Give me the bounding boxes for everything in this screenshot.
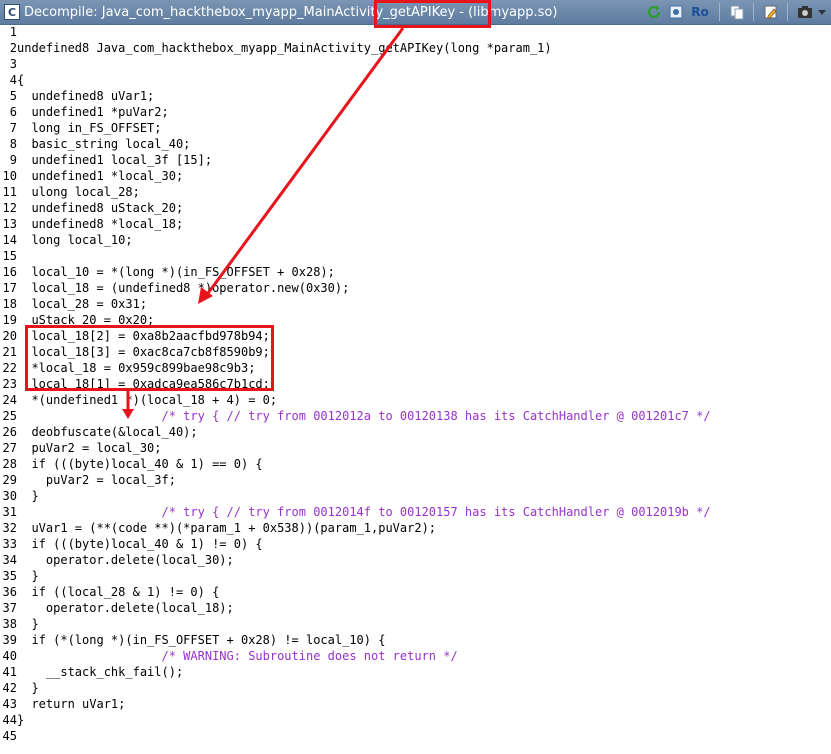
dropdown-icon[interactable] xyxy=(817,2,827,21)
code-line: 25 /* try { // try from 0012012a to 0012… xyxy=(2,409,711,423)
code-line: 14 long local_10; xyxy=(2,233,133,247)
function-signature[interactable]: undefined8 Java_com_hackthebox_myapp_Mai… xyxy=(17,41,552,55)
code-line: 9 undefined1 local_3f [15]; xyxy=(9,153,213,167)
code-line: 29 puVar2 = local_3f; xyxy=(2,473,176,487)
code-line: 32 uVar1 = (**(code **)(*param_1 + 0x538… xyxy=(2,521,437,535)
camera-icon[interactable] xyxy=(795,2,814,21)
code-line: 34 operator.delete(local_30); xyxy=(2,553,234,567)
code-line: 1 xyxy=(9,25,17,39)
toolbar-separator xyxy=(753,2,754,21)
refresh-icon[interactable] xyxy=(644,2,663,21)
code-line: 8 basic_string local_40; xyxy=(9,137,191,151)
code-line: 44} xyxy=(2,713,25,727)
read-only-icon[interactable]: Ro xyxy=(688,2,712,21)
code-line: 7 long in_FS_OFFSET; xyxy=(9,121,162,135)
code-line: 2undefined8 Java_com_hackthebox_myapp_Ma… xyxy=(9,41,552,55)
code-line: 36 if ((local_28 & 1) != 0) { xyxy=(2,585,220,599)
code-line: 37 operator.delete(local_18); xyxy=(2,601,234,615)
code-line: 30 } xyxy=(2,489,39,503)
code-line: 12 undefined8 uStack_20; xyxy=(2,201,184,215)
code-line: 42 } xyxy=(2,681,39,695)
code-line: 45 xyxy=(2,729,17,743)
code-line: 31 /* try { // try from 0012014f to 0012… xyxy=(2,505,711,519)
key-assignments-highlight-box xyxy=(25,325,274,391)
code-line: 43 return uVar1; xyxy=(2,697,126,711)
copy-icon[interactable] xyxy=(727,2,746,21)
code-line: 27 puVar2 = local_30; xyxy=(2,441,162,455)
code-line: 4{ xyxy=(9,73,25,87)
toolbar-separator xyxy=(719,2,720,21)
code-line: 28 if (((byte)local_40 & 1) == 0) { xyxy=(2,457,263,471)
toolbar: Ro xyxy=(644,2,827,21)
code-line: 17 local_18 = (undefined8 *)operator.new… xyxy=(2,281,350,295)
code-line: 39 if (*(long *)(in_FS_OFFSET + 0x28) !=… xyxy=(2,633,386,647)
code-line: 33 if (((byte)local_40 & 1) != 0) { xyxy=(2,537,263,551)
code-line: 38 } xyxy=(2,617,39,631)
code-line: 16 local_10 = *(long *)(in_FS_OFFSET + 0… xyxy=(2,265,335,279)
code-line: 40 /* WARNING: Subroutine does not retur… xyxy=(2,649,458,663)
code-line: 35 } xyxy=(2,569,39,583)
toolbar-separator xyxy=(787,2,788,21)
code-line: 41 __stack_chk_fail(); xyxy=(2,665,184,679)
snapshot-icon[interactable] xyxy=(666,2,685,21)
code-line: 11 ulong local_28; xyxy=(2,185,140,199)
title-highlight-box xyxy=(374,0,491,28)
decompiler-icon: C xyxy=(4,4,20,20)
code-line: 15 xyxy=(2,249,17,263)
code-line: 5 undefined8 uVar1; xyxy=(9,89,155,103)
edit-icon[interactable] xyxy=(761,2,780,21)
code-line: 24 *(undefined1 *)(local_18 + 4) = 0; xyxy=(2,393,278,407)
code-line: 6 undefined1 *puVar2; xyxy=(9,105,169,119)
code-line: 26 deobfuscate(&local_40); xyxy=(2,425,198,439)
code-line: 18 local_28 = 0x31; xyxy=(2,297,148,311)
code-line: 10 undefined1 *local_30; xyxy=(2,169,184,183)
code-line: 3 xyxy=(9,57,17,71)
code-line: 13 undefined8 *local_18; xyxy=(2,217,184,231)
